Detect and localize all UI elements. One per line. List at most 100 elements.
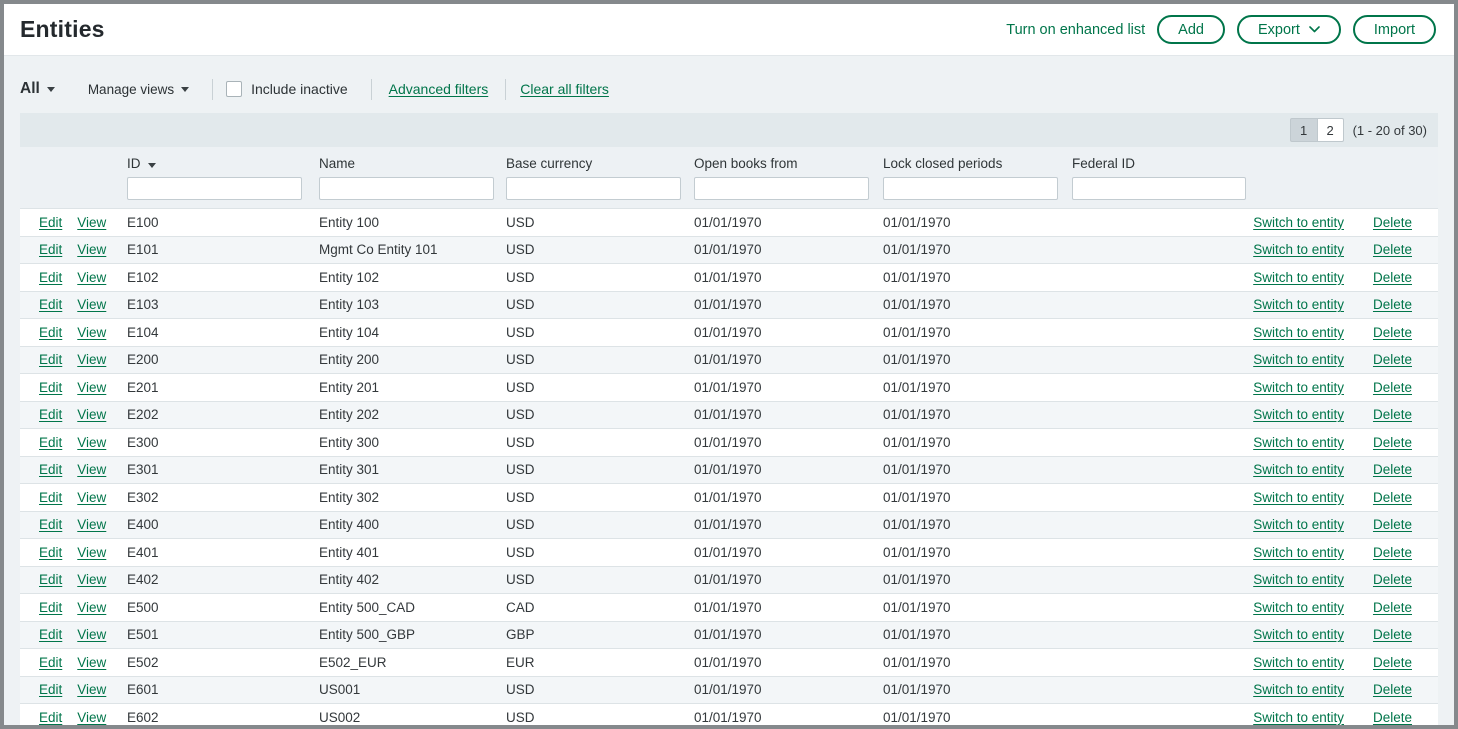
delete-link[interactable]: Delete — [1373, 215, 1412, 230]
delete-link[interactable]: Delete — [1373, 352, 1412, 367]
edit-link[interactable]: Edit — [39, 627, 62, 642]
delete-link[interactable]: Delete — [1373, 655, 1412, 670]
edit-link[interactable]: Edit — [39, 215, 62, 230]
switch-to-entity-link[interactable]: Switch to entity — [1253, 352, 1344, 367]
delete-link[interactable]: Delete — [1373, 682, 1412, 697]
edit-link[interactable]: Edit — [39, 600, 62, 615]
add-button[interactable]: Add — [1157, 15, 1225, 44]
page-button-2[interactable]: 2 — [1317, 118, 1344, 142]
switch-to-entity-link[interactable]: Switch to entity — [1253, 490, 1344, 505]
switch-to-entity-link[interactable]: Switch to entity — [1253, 462, 1344, 477]
view-link[interactable]: View — [77, 380, 106, 395]
view-link[interactable]: View — [77, 627, 106, 642]
switch-to-entity-link[interactable]: Switch to entity — [1253, 600, 1344, 615]
enhanced-list-link[interactable]: Turn on enhanced list — [1006, 22, 1145, 38]
edit-link[interactable]: Edit — [39, 242, 62, 257]
delete-link[interactable]: Delete — [1373, 297, 1412, 312]
delete-link[interactable]: Delete — [1373, 462, 1412, 477]
delete-link[interactable]: Delete — [1373, 627, 1412, 642]
column-header-open-books-from[interactable]: Open books from — [694, 156, 883, 171]
delete-link[interactable]: Delete — [1373, 572, 1412, 587]
page-button-1[interactable]: 1 — [1290, 118, 1317, 142]
filter-input-id[interactable] — [127, 177, 302, 200]
edit-link[interactable]: Edit — [39, 435, 62, 450]
view-link[interactable]: View — [77, 655, 106, 670]
include-inactive-checkbox[interactable] — [226, 81, 242, 97]
view-selector-dropdown[interactable]: All — [20, 80, 55, 98]
switch-to-entity-link[interactable]: Switch to entity — [1253, 215, 1344, 230]
switch-to-entity-link[interactable]: Switch to entity — [1253, 270, 1344, 285]
view-link[interactable]: View — [77, 407, 106, 422]
switch-to-entity-link[interactable]: Switch to entity — [1253, 325, 1344, 340]
delete-link[interactable]: Delete — [1373, 380, 1412, 395]
view-link[interactable]: View — [77, 490, 106, 505]
view-link[interactable]: View — [77, 242, 106, 257]
view-link[interactable]: View — [77, 352, 106, 367]
delete-link[interactable]: Delete — [1373, 325, 1412, 340]
edit-link[interactable]: Edit — [39, 710, 62, 725]
include-inactive-label[interactable]: Include inactive — [251, 81, 348, 97]
view-link[interactable]: View — [77, 517, 106, 532]
edit-link[interactable]: Edit — [39, 517, 62, 532]
view-link[interactable]: View — [77, 325, 106, 340]
delete-link[interactable]: Delete — [1373, 242, 1412, 257]
edit-link[interactable]: Edit — [39, 682, 62, 697]
edit-link[interactable]: Edit — [39, 572, 62, 587]
delete-link[interactable]: Delete — [1373, 407, 1412, 422]
delete-link[interactable]: Delete — [1373, 710, 1412, 725]
filter-input-federal-id[interactable] — [1072, 177, 1246, 200]
edit-link[interactable]: Edit — [39, 380, 62, 395]
edit-link[interactable]: Edit — [39, 490, 62, 505]
manage-views-dropdown[interactable]: Manage views — [88, 82, 189, 97]
filter-input-name[interactable] — [319, 177, 494, 200]
column-header-lock-closed-periods[interactable]: Lock closed periods — [883, 156, 1072, 171]
switch-to-entity-link[interactable]: Switch to entity — [1253, 545, 1344, 560]
switch-to-entity-link[interactable]: Switch to entity — [1253, 435, 1344, 450]
switch-to-entity-link[interactable]: Switch to entity — [1253, 380, 1344, 395]
edit-link[interactable]: Edit — [39, 297, 62, 312]
view-link[interactable]: View — [77, 297, 106, 312]
switch-to-entity-link[interactable]: Switch to entity — [1253, 297, 1344, 312]
view-link[interactable]: View — [77, 710, 106, 725]
export-button[interactable]: Export — [1237, 15, 1341, 44]
switch-to-entity-link[interactable]: Switch to entity — [1253, 655, 1344, 670]
delete-link[interactable]: Delete — [1373, 545, 1412, 560]
column-header-id[interactable]: ID — [127, 156, 319, 171]
switch-to-entity-link[interactable]: Switch to entity — [1253, 682, 1344, 697]
view-link[interactable]: View — [77, 435, 106, 450]
edit-link[interactable]: Edit — [39, 462, 62, 477]
delete-link[interactable]: Delete — [1373, 435, 1412, 450]
delete-link[interactable]: Delete — [1373, 490, 1412, 505]
switch-to-entity-link[interactable]: Switch to entity — [1253, 627, 1344, 642]
view-link[interactable]: View — [77, 600, 106, 615]
edit-link[interactable]: Edit — [39, 325, 62, 340]
view-link[interactable]: View — [77, 215, 106, 230]
advanced-filters-link[interactable]: Advanced filters — [389, 81, 489, 97]
filter-input-lock-closed-periods[interactable] — [883, 177, 1058, 200]
filter-input-base-currency[interactable] — [506, 177, 681, 200]
view-link[interactable]: View — [77, 545, 106, 560]
view-link[interactable]: View — [77, 572, 106, 587]
edit-link[interactable]: Edit — [39, 407, 62, 422]
delete-link[interactable]: Delete — [1373, 517, 1412, 532]
filter-input-open-books-from[interactable] — [694, 177, 869, 200]
edit-link[interactable]: Edit — [39, 545, 62, 560]
view-link[interactable]: View — [77, 462, 106, 477]
switch-to-entity-link[interactable]: Switch to entity — [1253, 517, 1344, 532]
import-button[interactable]: Import — [1353, 15, 1436, 44]
delete-link[interactable]: Delete — [1373, 600, 1412, 615]
switch-to-entity-link[interactable]: Switch to entity — [1253, 242, 1344, 257]
view-link[interactable]: View — [77, 270, 106, 285]
edit-link[interactable]: Edit — [39, 655, 62, 670]
column-header-name[interactable]: Name — [319, 156, 506, 171]
edit-link[interactable]: Edit — [39, 270, 62, 285]
view-link[interactable]: View — [77, 682, 106, 697]
column-header-federal-id[interactable]: Federal ID — [1072, 156, 1246, 171]
switch-to-entity-link[interactable]: Switch to entity — [1253, 407, 1344, 422]
switch-to-entity-link[interactable]: Switch to entity — [1253, 572, 1344, 587]
clear-all-filters-link[interactable]: Clear all filters — [520, 81, 609, 97]
switch-to-entity-link[interactable]: Switch to entity — [1253, 710, 1344, 725]
column-header-base-currency[interactable]: Base currency — [506, 156, 694, 171]
delete-link[interactable]: Delete — [1373, 270, 1412, 285]
edit-link[interactable]: Edit — [39, 352, 62, 367]
